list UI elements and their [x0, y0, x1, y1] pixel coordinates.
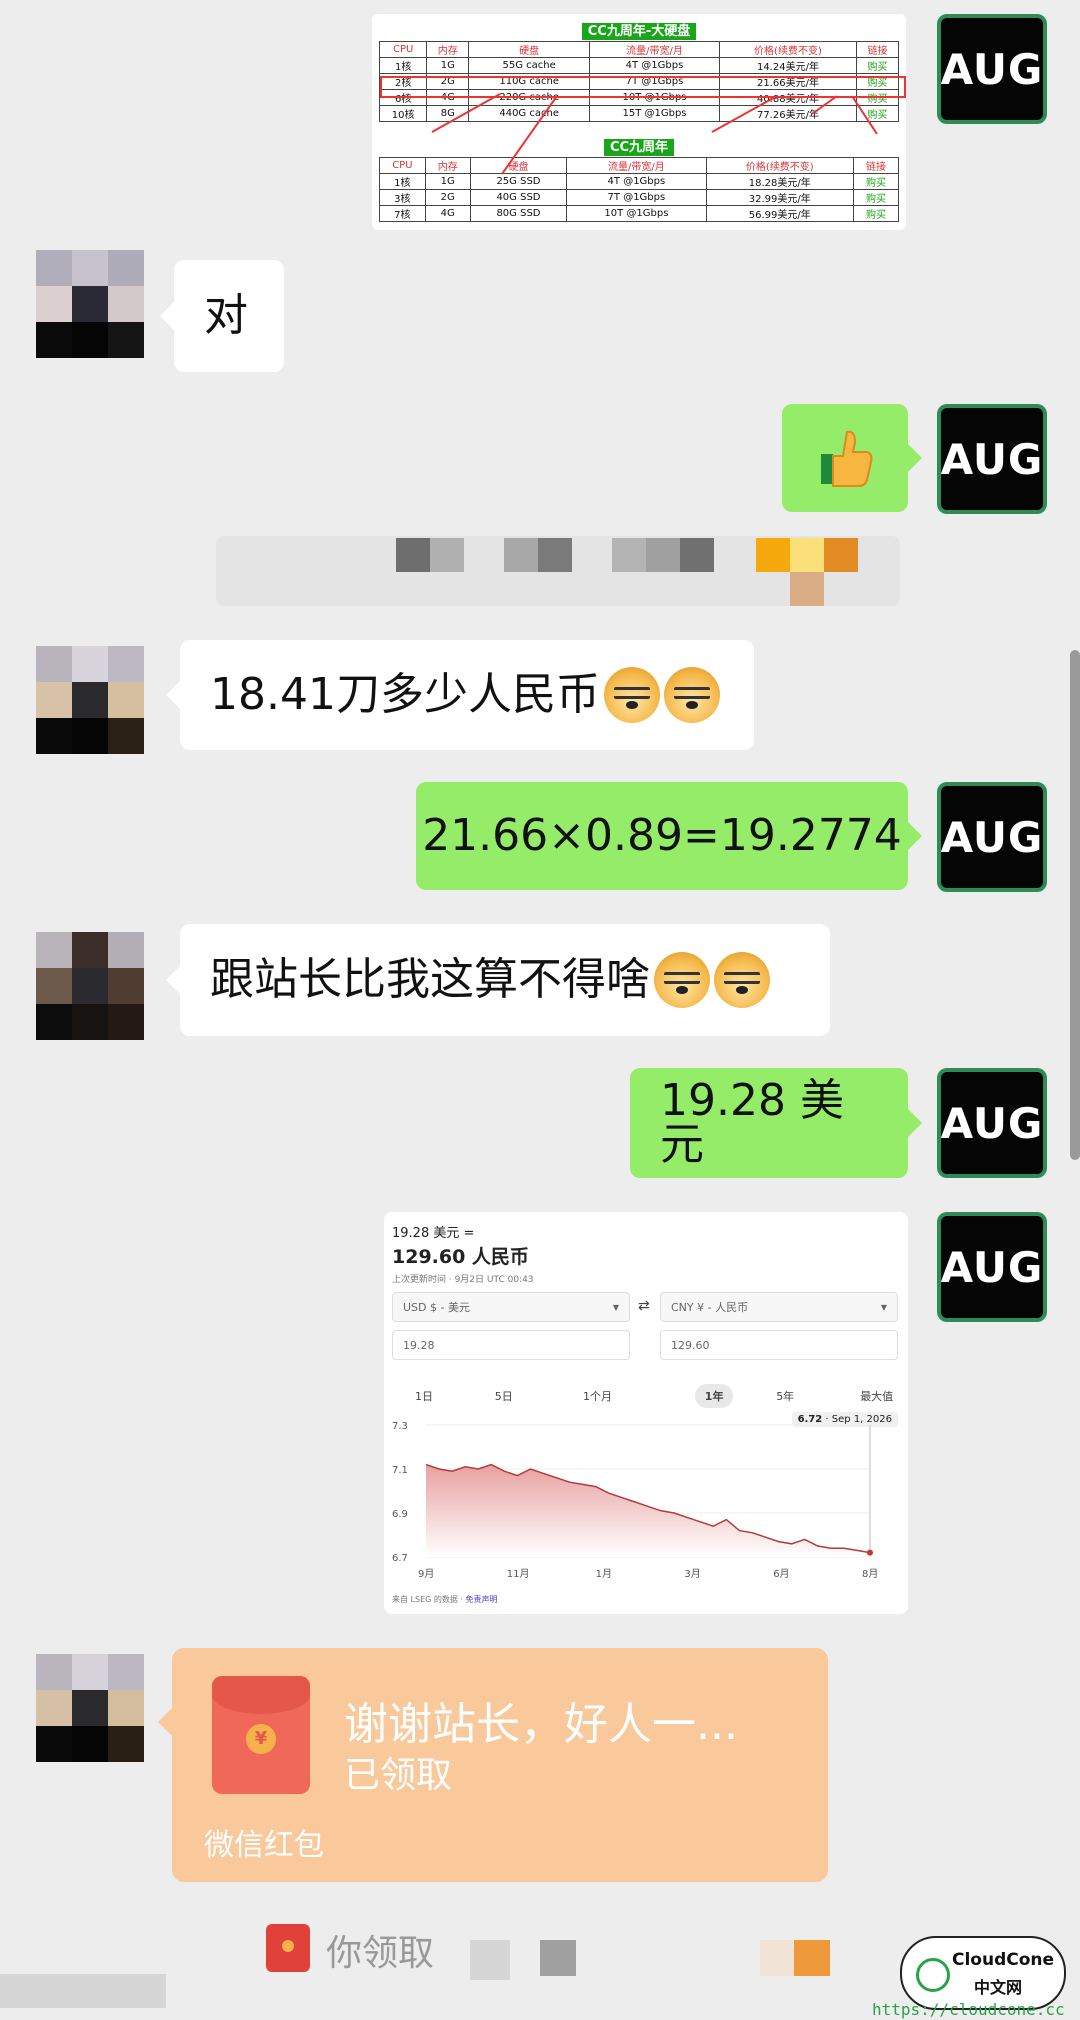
- doge-emoji-icon: [654, 952, 710, 1008]
- fx-source: 来自 LSEG 的数据 · 免责声明: [392, 1595, 498, 1604]
- from-amount-field: 19.28: [392, 1330, 630, 1360]
- message-text: 19.28 美元: [660, 1075, 844, 1170]
- x-tick-label: 8月: [862, 1568, 878, 1580]
- range-tab: 最大值: [860, 1390, 894, 1403]
- message-text: 18.41刀多少人民币: [210, 669, 600, 720]
- red-packet-message[interactable]: ¥ 谢谢站长，好人一... 已领取 微信红包: [158, 1648, 828, 1882]
- swap-icon: ⇄: [638, 1298, 650, 1314]
- message-bubble-thumbs-up[interactable]: [782, 404, 922, 512]
- range-tab: 1日: [415, 1390, 433, 1403]
- shared-image-pricing-table[interactable]: CC九周年-大硬盘 CPU 内存 硬盘 流量/带宽/月 价格(续费不变) 链接 1核 1G 5…: [372, 14, 906, 230]
- message-text: 21.66×0.89=19.2774: [422, 810, 902, 861]
- y-tick-label: 6.7: [392, 1553, 408, 1564]
- redacted-block: [470, 1940, 510, 1980]
- x-tick-label: 6月: [773, 1568, 789, 1580]
- range-tab: 1年: [694, 1384, 734, 1408]
- red-envelope-icon: ¥: [212, 1676, 310, 1794]
- doge-emoji-icon: [603, 667, 660, 723]
- red-packet-footer: 微信红包: [204, 1828, 324, 1863]
- contact-avatar[interactable]: [36, 250, 144, 358]
- chevron-down-icon: ▼: [612, 1302, 619, 1312]
- range-tab: 5日: [494, 1390, 513, 1403]
- fx-from-line: 19.28 美元 =: [392, 1226, 475, 1241]
- self-avatar[interactable]: AUG: [937, 1068, 1047, 1178]
- message-bubble[interactable]: 跟站长比我这算不得啥: [166, 924, 830, 1036]
- x-tick-label: 11月: [507, 1568, 530, 1580]
- doge-emoji-icon: [714, 952, 770, 1008]
- doge-emoji-icon: [663, 667, 720, 723]
- redacted-system-notice: [216, 536, 900, 606]
- annotation-arrows: [431, 93, 878, 175]
- watermark-url: https://cloudcone.cc: [872, 2000, 1065, 2019]
- contact-avatar[interactable]: [36, 646, 144, 754]
- disclaimer-link: 免责声明: [465, 1595, 498, 1604]
- message-bubble[interactable]: 19.28 美元: [630, 1068, 922, 1178]
- x-tick-label: 3月: [684, 1568, 700, 1580]
- red-packet-title: 谢谢站长，好人一...: [344, 1699, 738, 1750]
- y-tick-label: 6.9: [392, 1509, 408, 1520]
- redacted-block: [760, 1940, 796, 1976]
- shared-image-currency-converter[interactable]: 19.28 美元 = 129.60 人民币 上次更新时间 · 9月2日 UTC …: [384, 1212, 908, 1614]
- message-text: 跟站长比我这算不得啥: [210, 954, 650, 1005]
- redacted-block: [794, 1940, 830, 1976]
- coin-icon: ¥: [246, 1724, 276, 1754]
- fx-result: 129.60 人民币: [392, 1246, 529, 1268]
- x-tick-label: 1月: [596, 1568, 612, 1580]
- y-tick-label: 7.1: [392, 1465, 408, 1476]
- x-tick-label: 9月: [418, 1568, 434, 1580]
- red-packet-status: 已领取: [344, 1755, 453, 1796]
- series-area: [426, 1464, 870, 1557]
- fx-chart: 7.3 7.1 6.9 6.7 9月 11月 1月 3月 6月 8月: [392, 1421, 878, 1580]
- last-point-marker: [867, 1549, 873, 1556]
- message-bubble[interactable]: 18.41刀多少人民币: [166, 640, 754, 750]
- message-bubble[interactable]: 对: [160, 260, 284, 372]
- range-tab: 1个月: [583, 1390, 612, 1403]
- cloud-logo-icon: [916, 1958, 950, 1992]
- contact-avatar[interactable]: [36, 932, 144, 1040]
- to-currency-select: CNY ¥ - 人民币 ▼: [660, 1292, 898, 1322]
- to-amount-field: 129.60: [660, 1330, 898, 1360]
- self-avatar[interactable]: AUG: [937, 1212, 1047, 1322]
- y-tick-label: 7.3: [392, 1421, 408, 1432]
- watermark-logo: CloudCone 中文网: [900, 1936, 1066, 2010]
- self-avatar[interactable]: AUG: [937, 782, 1047, 892]
- scrollbar-thumb[interactable]: [1070, 650, 1080, 1160]
- thumbs-up-icon: [821, 430, 873, 487]
- chevron-down-icon: ▼: [880, 1302, 887, 1312]
- self-avatar[interactable]: AUG: [937, 14, 1047, 124]
- range-tab: 5年: [776, 1390, 795, 1403]
- from-currency-select: USD $ - 美元 ▼: [392, 1292, 630, 1322]
- fx-updated: 上次更新时间 · 9月2日 UTC 00:43: [392, 1275, 534, 1285]
- message-bubble[interactable]: 21.66×0.89=19.2774: [416, 782, 922, 890]
- message-text: 对: [204, 290, 248, 341]
- system-notice-text: 你领取: [326, 1933, 435, 1974]
- red-packet-small-icon: [266, 1924, 310, 1972]
- redacted-block: [540, 1940, 576, 1976]
- self-avatar[interactable]: AUG: [937, 404, 1047, 514]
- contact-avatar[interactable]: [36, 1654, 144, 1762]
- redacted-block: [0, 1974, 166, 2008]
